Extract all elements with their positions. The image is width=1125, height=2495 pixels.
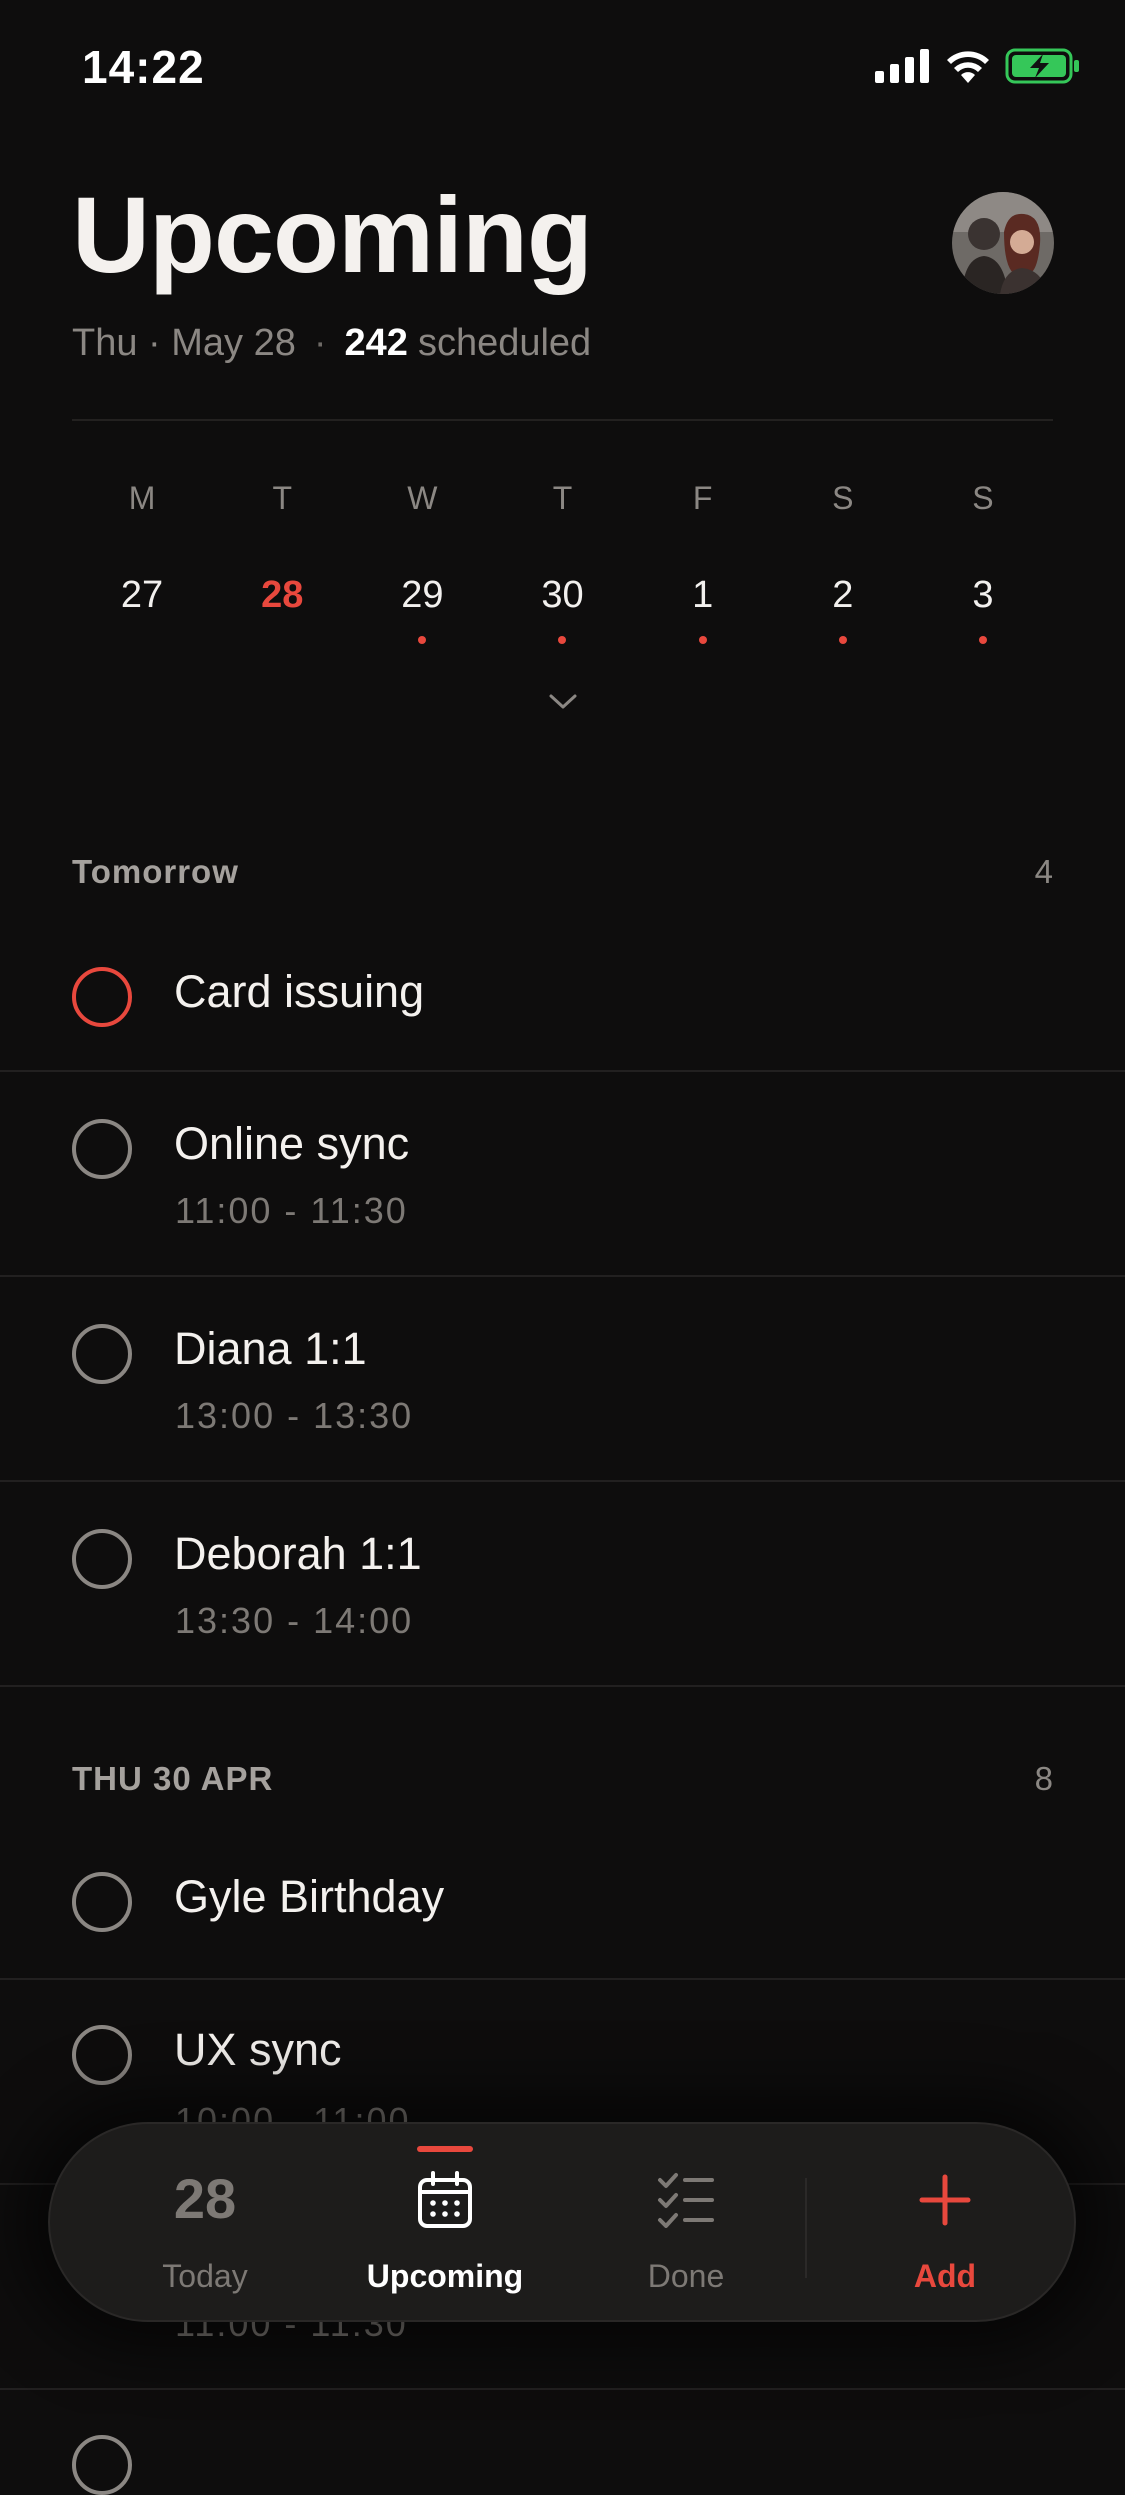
tab-today[interactable]: 28 Today: [110, 2124, 300, 2320]
weekday-label: M: [128, 480, 156, 516]
day-event-dot: [418, 636, 427, 644]
section-count: 8: [1034, 1760, 1053, 1797]
day-number: 30: [541, 574, 584, 616]
day-number-current: 28: [261, 574, 304, 616]
week-strip: M 27 T 28 W 29 T 30 F 1 S 2 S 3: [72, 480, 1053, 644]
battery-charging-icon: [1005, 48, 1079, 84]
today-date-number: 28: [173, 2167, 237, 2230]
week-day-sat[interactable]: S 2: [773, 480, 913, 644]
chevron-down-icon[interactable]: [548, 692, 578, 712]
tab-done[interactable]: Done: [591, 2124, 781, 2320]
day-event-dot: [838, 636, 847, 644]
task-checkbox-priority[interactable]: [72, 967, 132, 1027]
weekday-label: S: [832, 480, 854, 516]
section-title: Tomorrow: [72, 853, 239, 890]
task-row[interactable]: Deborah 1:1 13:30 - 14:00: [0, 1482, 1125, 1687]
day-number: 3: [972, 574, 994, 616]
task-checkbox[interactable]: [72, 1119, 132, 1179]
task-row[interactable]: [0, 2390, 1125, 2495]
header-subtitle: Thu · May 28 · 242 scheduled: [72, 322, 591, 365]
day-event-dot: [558, 636, 567, 644]
calendar-icon: [418, 2171, 472, 2228]
header-separator: ·: [313, 322, 327, 364]
task-title: Card issuing: [174, 966, 425, 1017]
week-day-tue[interactable]: T 28: [212, 480, 352, 644]
task-title: Diana 1:1: [174, 1323, 367, 1374]
task-title: Online sync: [174, 1118, 410, 1169]
task-row[interactable]: Online sync 11:00 - 11:30: [0, 1072, 1125, 1277]
checklist-icon: [658, 2173, 714, 2228]
plus-icon: [919, 2174, 971, 2226]
tab-label: Today: [162, 2258, 248, 2294]
task-row[interactable]: Diana 1:1 13:00 - 13:30: [0, 1277, 1125, 1482]
task-title: Deborah 1:1: [174, 1528, 422, 1579]
tab-label: Upcoming: [366, 2258, 524, 2294]
status-time: 14:22: [82, 41, 205, 93]
status-icons: [875, 48, 1081, 84]
weekday-label: T: [272, 480, 292, 516]
status-bar: 14:22: [0, 0, 1125, 130]
task-title: Gyle Birthday: [174, 1871, 445, 1922]
task-checkbox[interactable]: [72, 1872, 132, 1932]
week-day-sun[interactable]: S 3: [913, 480, 1053, 644]
task-checkbox[interactable]: [72, 2435, 132, 2495]
tab-label: Add: [913, 2258, 977, 2294]
day-number: 1: [692, 574, 714, 616]
task-checkbox[interactable]: [72, 1324, 132, 1384]
week-day-fri[interactable]: F 1: [633, 480, 773, 644]
task-time: 11:00 - 11:30: [175, 1190, 408, 1231]
tab-label: Done: [647, 2258, 725, 2294]
page-title: Upcoming: [72, 174, 593, 295]
avatar[interactable]: [952, 192, 1054, 294]
task-title: UX sync: [174, 2024, 342, 2075]
week-day-thu[interactable]: T 30: [492, 480, 632, 644]
section-title: THU 30 APR: [72, 1760, 274, 1797]
weekday-label: F: [692, 480, 713, 516]
day-number: 29: [401, 574, 444, 616]
section-header-tomorrow: Tomorrow 4: [72, 853, 1053, 891]
weekday-label: S: [972, 480, 994, 516]
tab-upcoming[interactable]: Upcoming: [350, 2124, 540, 2320]
task-time: 13:30 - 14:00: [175, 1600, 414, 1641]
scheduled-count: 242: [344, 322, 408, 364]
header-divider: [72, 419, 1053, 421]
day-number: 27: [120, 574, 164, 616]
section-header-thu-30-apr: THU 30 APR 8: [72, 1760, 1053, 1798]
bottom-tab-bar: 28 Today Upcoming Done Add: [48, 2122, 1076, 2322]
day-event-dot: [978, 636, 987, 644]
scheduled-label: scheduled: [417, 322, 592, 364]
task-checkbox[interactable]: [72, 1529, 132, 1589]
task-row[interactable]: Card issuing: [0, 922, 1125, 1072]
cellular-signal-icon: [875, 49, 929, 83]
weekday-label: T: [552, 480, 573, 516]
section-count: 4: [1034, 853, 1053, 890]
add-button[interactable]: Add: [860, 2124, 1030, 2320]
week-day-wed[interactable]: W 29: [352, 480, 492, 644]
active-tab-indicator: [417, 2146, 473, 2152]
task-time: 13:00 - 13:30: [175, 1395, 414, 1436]
day-number: 2: [832, 574, 854, 616]
weekday-label: W: [407, 480, 438, 516]
header-date: Thu · May 28: [72, 322, 296, 364]
week-day-mon[interactable]: M 27: [72, 480, 212, 644]
task-row[interactable]: Gyle Birthday: [0, 1830, 1125, 1980]
tab-divider: [805, 2178, 807, 2278]
wifi-icon: [947, 51, 989, 83]
task-checkbox[interactable]: [72, 2025, 132, 2085]
day-event-dot: [698, 636, 707, 644]
